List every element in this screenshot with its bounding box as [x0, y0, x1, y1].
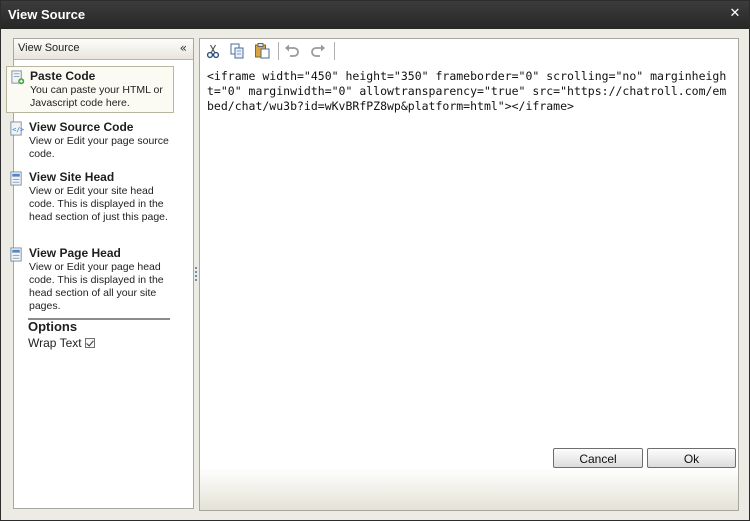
cancel-button[interactable]: Cancel: [553, 448, 643, 468]
source-code-icon: </>: [10, 121, 24, 136]
nav-title-view-source-code: View Source Code: [29, 120, 134, 134]
wrap-text-label: Wrap Text: [28, 336, 82, 350]
close-icon[interactable]: ✕: [728, 7, 742, 21]
toolbar-separator: [278, 42, 279, 60]
nav-desc-view-source-code: View or Edit your page source code.: [29, 135, 169, 160]
sidebar-item-view-page-head[interactable]: View Page Head View or Edit your page he…: [6, 244, 174, 315]
paste-icon[interactable]: [253, 42, 271, 60]
redo-icon[interactable]: [309, 42, 327, 60]
code-editor-textarea[interactable]: <iframe width="450" height="350" framebo…: [207, 69, 727, 114]
nav-desc-view-page-head: View or Edit your page head code. This i…: [29, 261, 164, 312]
nav-title-view-site-head: View Site Head: [29, 170, 115, 184]
ok-button[interactable]: Ok: [647, 448, 736, 468]
page-head-icon: [10, 247, 22, 262]
collapse-icon[interactable]: «: [180, 41, 187, 55]
panel-splitter-handle[interactable]: [195, 265, 198, 283]
nav-desc-view-site-head: View or Edit your site head code. This i…: [29, 185, 168, 223]
cut-icon[interactable]: [204, 42, 222, 60]
sidebar-item-paste-code[interactable]: Paste Code You can paste your HTML or Ja…: [6, 66, 174, 113]
undo-icon[interactable]: [283, 42, 301, 60]
wrap-text-row: Wrap Text: [28, 336, 95, 350]
svg-text:</>: </>: [12, 125, 24, 133]
sidebar-title: View Source: [18, 42, 80, 54]
view-source-dialog: View Source ✕ View Source « Paste Code Y…: [0, 0, 750, 521]
toolbar-separator: [334, 42, 335, 60]
dialog-title: View Source: [8, 7, 86, 22]
copy-icon[interactable]: [228, 42, 246, 60]
site-head-icon: [10, 171, 22, 186]
wrap-text-checkbox[interactable]: [84, 338, 95, 348]
nav-desc-paste-code: You can paste your HTML or Javascript co…: [30, 84, 163, 109]
sidebar-item-view-site-head[interactable]: View Site Head View or Edit your site he…: [6, 168, 174, 226]
editor-toolbar: [200, 39, 738, 63]
paste-code-icon: [11, 70, 25, 85]
title-bar: View Source ✕: [1, 1, 749, 29]
nav-title-view-page-head: View Page Head: [29, 246, 121, 260]
options-title: Options: [28, 319, 78, 334]
sidebar-header: View Source «: [14, 39, 193, 60]
editor-panel: <iframe width="450" height="350" framebo…: [199, 38, 739, 511]
sidebar-item-view-source-code[interactable]: </> View Source Code View or Edit your p…: [6, 118, 174, 163]
nav-title-paste-code: Paste Code: [30, 69, 96, 83]
